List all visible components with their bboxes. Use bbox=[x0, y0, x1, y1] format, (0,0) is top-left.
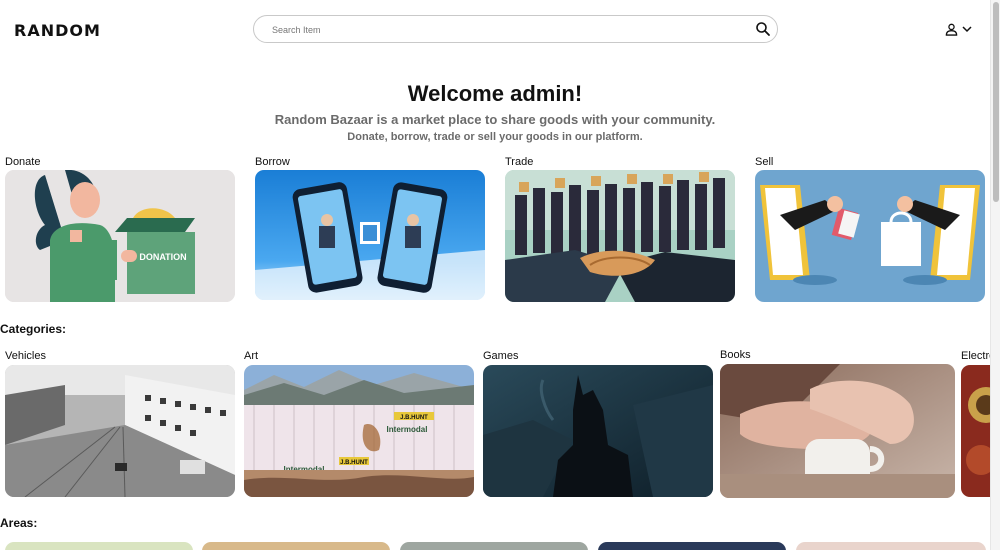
borrow-image bbox=[255, 170, 485, 300]
art-image: J.B.HUNT Intermodal J.B.HUNT Intermodal bbox=[244, 365, 474, 497]
search-bar[interactable] bbox=[253, 15, 778, 43]
category-art-label: Art bbox=[244, 350, 259, 362]
page: RANDOM Welcome admin! Random Bazaar is a… bbox=[0, 0, 1000, 550]
search-icon[interactable] bbox=[755, 21, 771, 37]
sell-label: Sell bbox=[755, 156, 774, 168]
hero-description: Donate, borrow, trade or sell your goods… bbox=[347, 131, 643, 143]
borrow-card[interactable] bbox=[255, 170, 485, 300]
vehicles-image bbox=[5, 365, 235, 497]
scrollbar-thumb[interactable] bbox=[993, 2, 999, 202]
games-image bbox=[483, 365, 713, 497]
borrow-label: Borrow bbox=[255, 156, 290, 168]
area-card[interactable] bbox=[202, 542, 390, 550]
category-art-card[interactable]: J.B.HUNT Intermodal J.B.HUNT Intermodal bbox=[244, 365, 474, 497]
area-card[interactable] bbox=[5, 542, 193, 550]
scrollbar[interactable] bbox=[990, 0, 1000, 550]
categories-title: Categories: bbox=[0, 322, 67, 336]
user-menu[interactable] bbox=[945, 20, 977, 38]
trade-label: Trade bbox=[505, 156, 534, 168]
category-books-label: Books bbox=[720, 349, 751, 361]
category-vehicles-label: Vehicles bbox=[5, 350, 46, 362]
donation-text: DONATION bbox=[139, 252, 186, 262]
donate-label: Donate bbox=[5, 156, 41, 168]
area-card[interactable] bbox=[796, 542, 986, 550]
trade-image bbox=[505, 170, 735, 302]
hero-subtitle: Random Bazaar is a market place to share… bbox=[274, 112, 716, 127]
art-text-3: J.B.HUNT bbox=[340, 460, 368, 466]
page-title: Welcome admin! bbox=[407, 81, 583, 106]
books-image bbox=[720, 364, 955, 498]
art-text-2: Intermodal bbox=[387, 425, 428, 434]
areas-title: Areas: bbox=[0, 516, 38, 530]
donate-card[interactable]: DONATION bbox=[5, 170, 235, 302]
donate-image: DONATION bbox=[5, 170, 235, 302]
logo[interactable]: RANDOM bbox=[14, 21, 101, 40]
trade-card[interactable] bbox=[505, 170, 735, 302]
user-icon bbox=[945, 23, 958, 36]
area-card[interactable] bbox=[598, 542, 786, 550]
sell-image bbox=[755, 170, 985, 302]
search-input[interactable] bbox=[272, 22, 742, 38]
area-card[interactable] bbox=[400, 542, 588, 550]
sell-card[interactable] bbox=[755, 170, 985, 302]
category-vehicles-card[interactable] bbox=[5, 365, 235, 497]
category-books-card[interactable] bbox=[720, 364, 955, 498]
category-games-label: Games bbox=[483, 350, 519, 362]
art-text-1: J.B.HUNT bbox=[400, 415, 428, 421]
category-games-card[interactable] bbox=[483, 365, 713, 497]
chevron-down-icon bbox=[962, 26, 972, 33]
